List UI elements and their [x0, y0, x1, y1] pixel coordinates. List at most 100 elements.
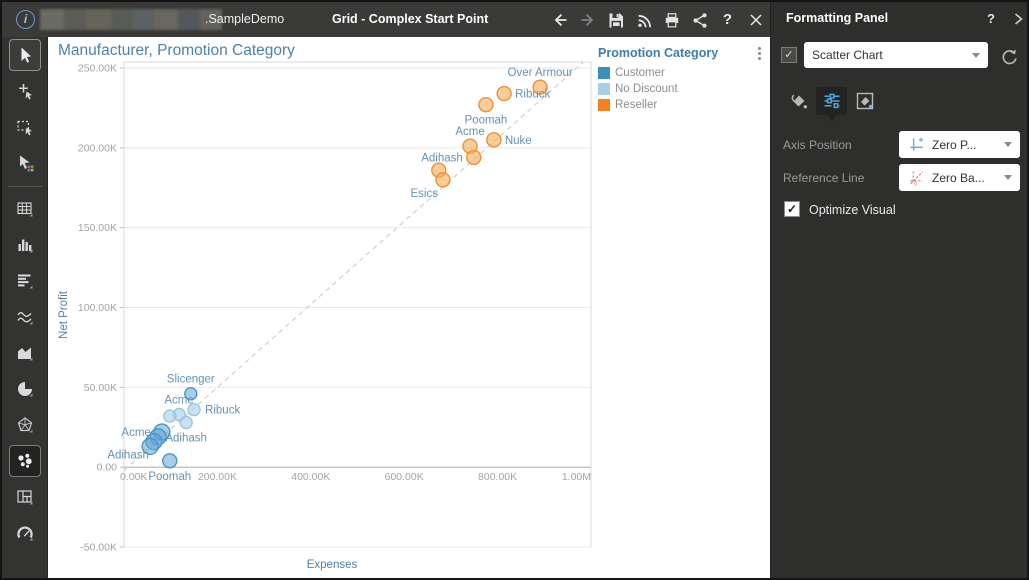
legend: Promotion Category Customer No Discount Re…	[598, 46, 766, 111]
axis-position-label: Axis Position	[783, 138, 852, 152]
y-tick-label: 250.00K	[78, 63, 117, 75]
add-pointer-tool[interactable]	[9, 75, 41, 107]
reference-line-icon: 0	[907, 168, 926, 187]
x-tick-label: 1.00M	[562, 471, 591, 483]
legend-item[interactable]: Customer	[598, 67, 766, 79]
area-chart-icon	[15, 343, 35, 363]
background-tab[interactable]	[849, 87, 880, 115]
treemap-visualization[interactable]	[9, 481, 41, 513]
svg-text:0: 0	[914, 182, 917, 187]
forward-button[interactable]	[576, 7, 599, 32]
x-tick-label: 200.00K	[198, 471, 237, 483]
legend-swatch	[598, 99, 610, 111]
bar-chart-icon	[15, 271, 35, 291]
scatter-point-no-discount[interactable]	[164, 410, 176, 422]
titlebar: i .SampleDemo Grid - Complex Start Point…	[2, 2, 770, 37]
save-floppy-icon	[607, 11, 625, 29]
sliders-icon	[821, 90, 843, 112]
scatter-point-reseller[interactable]	[479, 98, 493, 112]
legend-item[interactable]: Reseller	[598, 99, 766, 111]
gauge-visualization[interactable]	[9, 517, 41, 549]
legend-overflow-menu-icon[interactable]	[752, 46, 766, 60]
formatting-panel-title: Formatting Panel	[786, 11, 888, 25]
back-button[interactable]	[548, 7, 571, 32]
pie-chart-visualization[interactable]	[9, 373, 41, 405]
rss-icon	[635, 11, 653, 29]
line-chart-icon	[15, 307, 35, 327]
y-tick-label: 50.00K	[84, 382, 117, 394]
reference-line-select[interactable]: 0 Zero Ba...	[899, 164, 1020, 191]
window-title: Grid - Complex Start Point	[332, 2, 488, 37]
legend-label: Reseller	[615, 99, 657, 111]
close-x-icon	[747, 11, 765, 29]
help-button[interactable]: ?	[716, 7, 739, 32]
gauge-icon	[15, 523, 35, 543]
legend-item[interactable]: No Discount	[598, 83, 766, 95]
point-label: Slicenger	[167, 374, 215, 386]
add-pointer-icon	[15, 81, 35, 101]
scatter-point-reseller[interactable]	[436, 173, 450, 187]
y-tick-label: 0.00	[97, 462, 118, 474]
optimize-visual-label: Optimize Visual	[809, 203, 896, 217]
printer-icon	[663, 11, 681, 29]
reset-icon[interactable]	[997, 45, 1019, 67]
pie-chart-icon	[15, 379, 35, 399]
optimize-visual-checkbox[interactable]: ✓	[784, 201, 800, 217]
column-chart-visualization[interactable]	[9, 229, 41, 261]
style-tab[interactable]	[783, 87, 814, 115]
pointer-icon	[15, 45, 35, 65]
legend-title: Promotion Category	[598, 46, 752, 60]
formatting-panel: Formatting Panel ? ✓ Scatter Chart	[770, 2, 1029, 580]
save-button[interactable]	[604, 7, 627, 32]
axis-position-icon	[907, 135, 926, 154]
titlebar-actions: ?	[548, 7, 767, 32]
redacted-workspace-name	[40, 9, 222, 30]
axis-position-select[interactable]: Zero P...	[899, 131, 1020, 158]
grid-visualization[interactable]	[9, 193, 41, 225]
point-label: Ribuck	[515, 89, 550, 101]
multi-pointer-icon	[15, 153, 35, 173]
scatter-point-reseller[interactable]	[467, 150, 481, 164]
scatter-point-no-discount[interactable]	[180, 416, 192, 428]
settings-tab[interactable]	[816, 87, 847, 115]
line-chart-visualization[interactable]	[9, 301, 41, 333]
panel-tabs	[783, 87, 880, 115]
forward-arrow-icon	[579, 11, 597, 29]
visualization-type-select[interactable]: Scatter Chart	[804, 42, 988, 68]
y-tick-label: 150.00K	[78, 222, 117, 234]
chart-area: Manufacturer, Promotion Category 250.00K…	[48, 37, 770, 580]
panel-help-icon[interactable]: ?	[987, 11, 995, 26]
bar-chart-visualization[interactable]	[9, 265, 41, 297]
area-chart-visualization[interactable]	[9, 337, 41, 369]
point-label: Acme	[164, 394, 193, 406]
scatter-point-reseller[interactable]	[487, 133, 501, 147]
treemap-icon	[15, 487, 35, 507]
legend-label: Customer	[615, 67, 665, 79]
background-paint-icon	[854, 90, 876, 112]
close-button[interactable]	[744, 7, 767, 32]
app-window: i .SampleDemo Grid - Complex Start Point…	[0, 0, 1029, 580]
y-axis-title: Net Profit	[58, 290, 70, 339]
chevron-down-icon	[1004, 175, 1012, 180]
point-label: Poomah	[465, 115, 508, 127]
print-button[interactable]	[660, 7, 683, 32]
point-label: Nuke	[505, 135, 532, 147]
share-button[interactable]	[688, 7, 711, 32]
marquee-select-tool[interactable]	[9, 111, 41, 143]
info-icon[interactable]: i	[16, 10, 35, 29]
multi-select-tool[interactable]	[9, 147, 41, 179]
feed-button[interactable]	[632, 7, 655, 32]
y-tick-label: -50.00K	[80, 542, 117, 554]
radar-chart-visualization[interactable]	[9, 409, 41, 441]
select-tool[interactable]	[9, 39, 41, 71]
grid-icon	[15, 199, 35, 219]
marquee-pointer-icon	[15, 117, 35, 137]
scatter-point-customer[interactable]	[163, 454, 177, 468]
scatter-point-reseller[interactable]	[497, 87, 511, 101]
point-label: Acme	[121, 427, 150, 439]
scatter-chart-visualization[interactable]	[9, 445, 41, 477]
visualization-enabled-checkbox[interactable]: ✓	[781, 47, 797, 63]
chevron-down-icon	[1004, 142, 1012, 147]
scatter-plot: 250.00K200.00K150.00K100.00K50.00K0.00-5…	[48, 37, 770, 580]
panel-collapse-icon[interactable]	[1009, 10, 1027, 33]
